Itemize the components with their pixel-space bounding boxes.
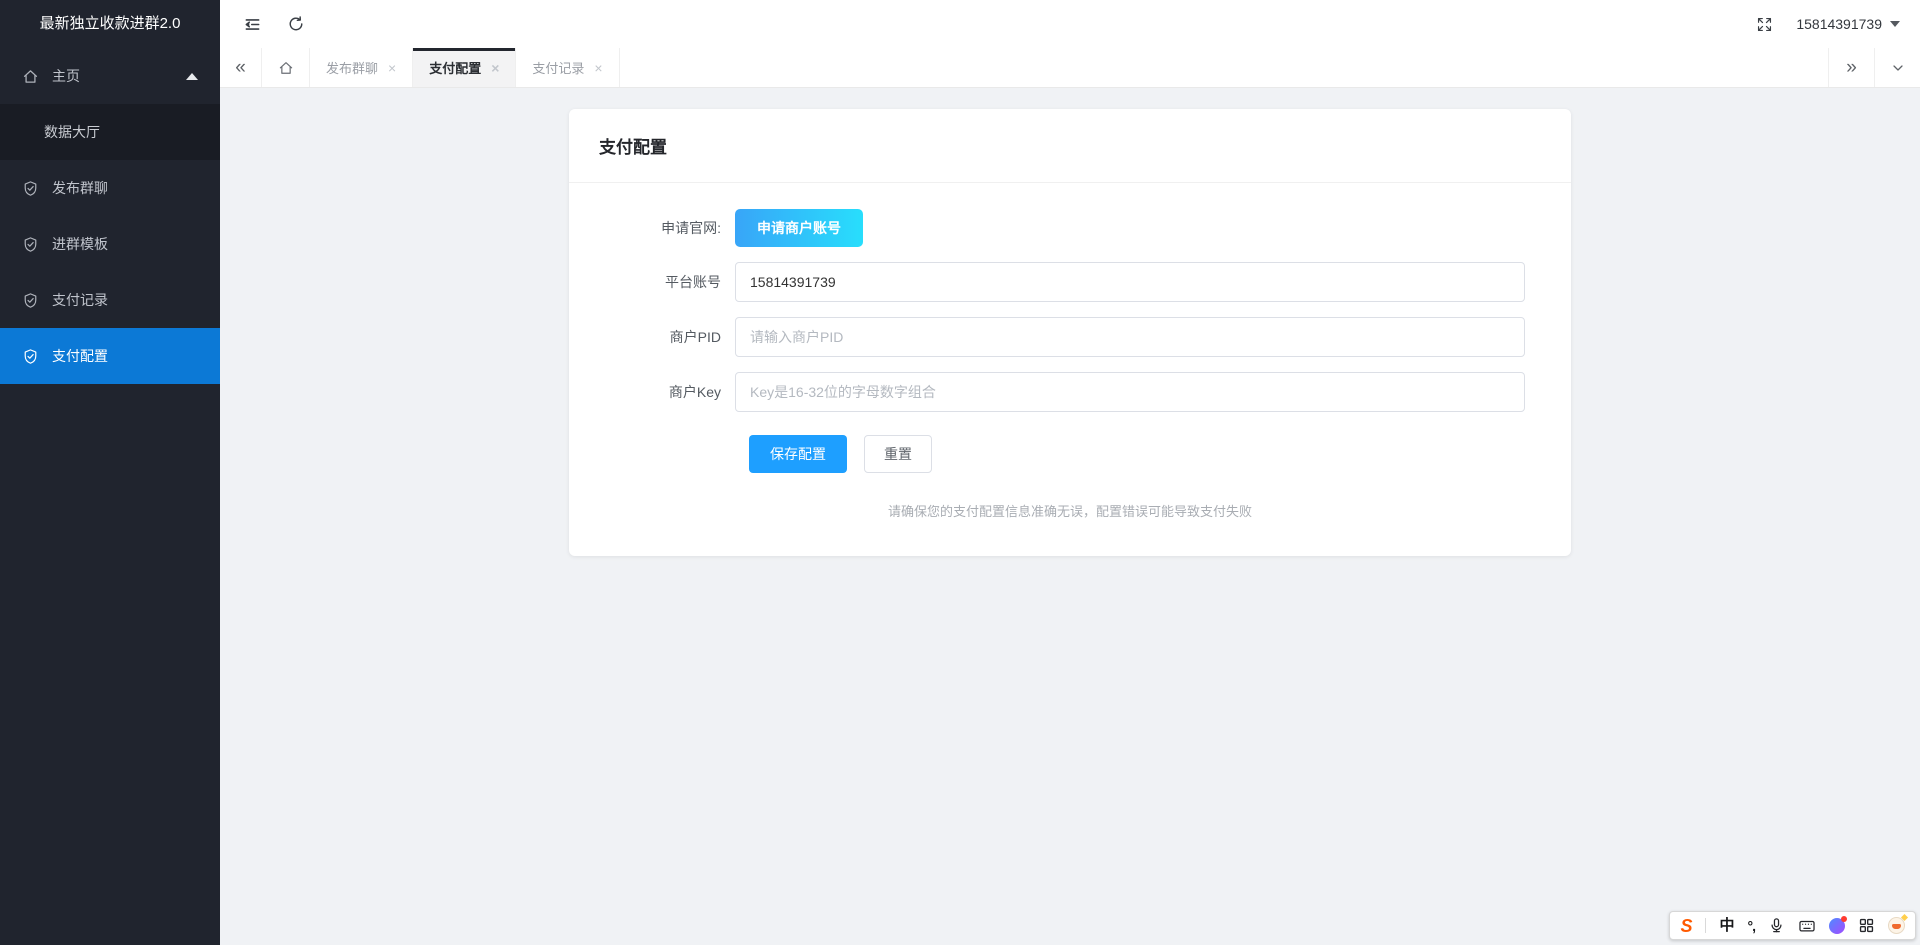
- sidebar-item-publish-group[interactable]: 发布群聊: [0, 160, 220, 216]
- keyboard-icon[interactable]: [1798, 917, 1816, 935]
- close-icon[interactable]: ×: [491, 61, 499, 75]
- sidebar-item-label: 数据大厅: [44, 122, 100, 142]
- chevron-down-icon: [1890, 60, 1906, 76]
- mascot-icon[interactable]: [1888, 917, 1905, 934]
- page-title: 支付配置: [599, 138, 667, 157]
- sidebar-item-data-hall[interactable]: 数据大厅: [0, 104, 220, 160]
- shield-check-icon: [22, 292, 39, 309]
- tab-home[interactable]: [262, 48, 310, 87]
- sidebar-item-label: 发布群聊: [52, 178, 108, 198]
- form-row-account: 平台账号: [599, 262, 1541, 302]
- sparkle-icon: [1901, 914, 1908, 921]
- punctuation-mode-icon[interactable]: °,: [1748, 919, 1756, 933]
- tabbar: « 发布群聊 × 支付配置 × 支付记录 × »: [220, 48, 1920, 88]
- reset-button[interactable]: 重置: [864, 435, 932, 473]
- sidebar-item-label: 进群模板: [52, 234, 108, 254]
- mascot-face: [1892, 924, 1901, 929]
- home-icon: [22, 68, 39, 85]
- sidebar-menu: 主页 数据大厅 发布群聊 进群模板 支付记录: [0, 48, 220, 384]
- merchant-pid-input[interactable]: [735, 317, 1525, 357]
- close-icon[interactable]: ×: [594, 61, 602, 75]
- tab-payment-config[interactable]: 支付配置 ×: [413, 48, 516, 87]
- card-header: 支付配置: [569, 109, 1571, 183]
- home-icon: [278, 60, 294, 76]
- ai-assistant-icon[interactable]: [1829, 918, 1845, 934]
- topbar: 15814391739: [220, 0, 1920, 48]
- platform-account-label: 平台账号: [599, 272, 735, 292]
- apply-merchant-account-button[interactable]: 申请商户账号: [735, 209, 863, 247]
- shield-check-icon: [22, 236, 39, 253]
- payment-config-form: 申请官网: 申请商户账号 平台账号 商户PID 商户Key 保存配置 重置 请确…: [569, 183, 1571, 556]
- tab-publish-group[interactable]: 发布群聊 ×: [310, 48, 413, 87]
- tab-label: 支付配置: [429, 58, 481, 77]
- fullscreen-button[interactable]: [1742, 0, 1786, 48]
- caret-up-icon: [186, 73, 198, 80]
- form-row-pid: 商户PID: [599, 317, 1541, 357]
- sidebar-item-label: 支付记录: [52, 290, 108, 310]
- app-title: 最新独立收款进群2.0: [0, 0, 220, 48]
- refresh-icon: [287, 15, 305, 33]
- fullscreen-icon: [1756, 16, 1773, 33]
- sidebar-submenu: 数据大厅: [0, 104, 220, 160]
- tab-payment-records[interactable]: 支付记录 ×: [516, 48, 619, 87]
- form-row-key: 商户Key: [599, 372, 1541, 412]
- sidebar-item-payment-records[interactable]: 支付记录: [0, 272, 220, 328]
- double-chevron-right-icon: »: [1846, 57, 1857, 79]
- config-warning-note: 请确保您的支付配置信息准确无误，配置错误可能导致支付失败: [599, 501, 1541, 520]
- content-area: 支付配置 申请官网: 申请商户账号 平台账号 商户PID 商户Key 保存配置: [220, 89, 1920, 945]
- tab-label: 发布群聊: [326, 58, 378, 77]
- apply-site-label: 申请官网:: [599, 218, 735, 238]
- tabs-menu-button[interactable]: [1874, 48, 1920, 87]
- collapse-sidebar-button[interactable]: [230, 0, 274, 48]
- caret-down-icon: [1890, 21, 1900, 27]
- merchant-key-label: 商户Key: [599, 382, 735, 402]
- tabbar-spacer: [620, 48, 1828, 87]
- tabs-scroll-left-button[interactable]: «: [220, 48, 262, 87]
- sidebar-item-label: 主页: [52, 66, 80, 86]
- platform-account-input[interactable]: [735, 262, 1525, 302]
- sidebar-item-payment-config[interactable]: 支付配置: [0, 328, 220, 384]
- payment-config-card: 支付配置 申请官网: 申请商户账号 平台账号 商户PID 商户Key 保存配置: [569, 109, 1571, 556]
- ime-toolbar: S 中 °,: [1669, 911, 1916, 940]
- user-dropdown[interactable]: 15814391739: [1786, 0, 1920, 48]
- username: 15814391739: [1796, 16, 1882, 32]
- merchant-key-input[interactable]: [735, 372, 1525, 412]
- shield-check-icon: [22, 180, 39, 197]
- collapse-menu-icon: [243, 15, 262, 34]
- sidebar: 最新独立收款进群2.0 主页 数据大厅 发布群聊 进群模板: [0, 0, 220, 945]
- form-actions: 保存配置 重置: [749, 435, 1541, 473]
- sogou-logo-icon[interactable]: S: [1680, 917, 1692, 935]
- refresh-button[interactable]: [274, 0, 318, 48]
- save-config-button[interactable]: 保存配置: [749, 435, 847, 473]
- double-chevron-left-icon: «: [235, 57, 246, 79]
- close-icon[interactable]: ×: [388, 61, 396, 75]
- shield-check-icon: [22, 348, 39, 365]
- tabs-scroll-right-button[interactable]: »: [1828, 48, 1874, 87]
- merchant-pid-label: 商户PID: [599, 327, 735, 347]
- ime-divider: [1705, 918, 1706, 933]
- chinese-mode-icon[interactable]: 中: [1719, 918, 1734, 933]
- sidebar-item-label: 支付配置: [52, 346, 108, 366]
- sidebar-item-group-template[interactable]: 进群模板: [0, 216, 220, 272]
- tab-label: 支付记录: [532, 58, 584, 77]
- form-row-apply: 申请官网: 申请商户账号: [599, 209, 1541, 247]
- toolbox-grid-icon[interactable]: [1858, 917, 1875, 934]
- sidebar-item-home[interactable]: 主页: [0, 48, 220, 104]
- microphone-icon[interactable]: [1768, 917, 1785, 934]
